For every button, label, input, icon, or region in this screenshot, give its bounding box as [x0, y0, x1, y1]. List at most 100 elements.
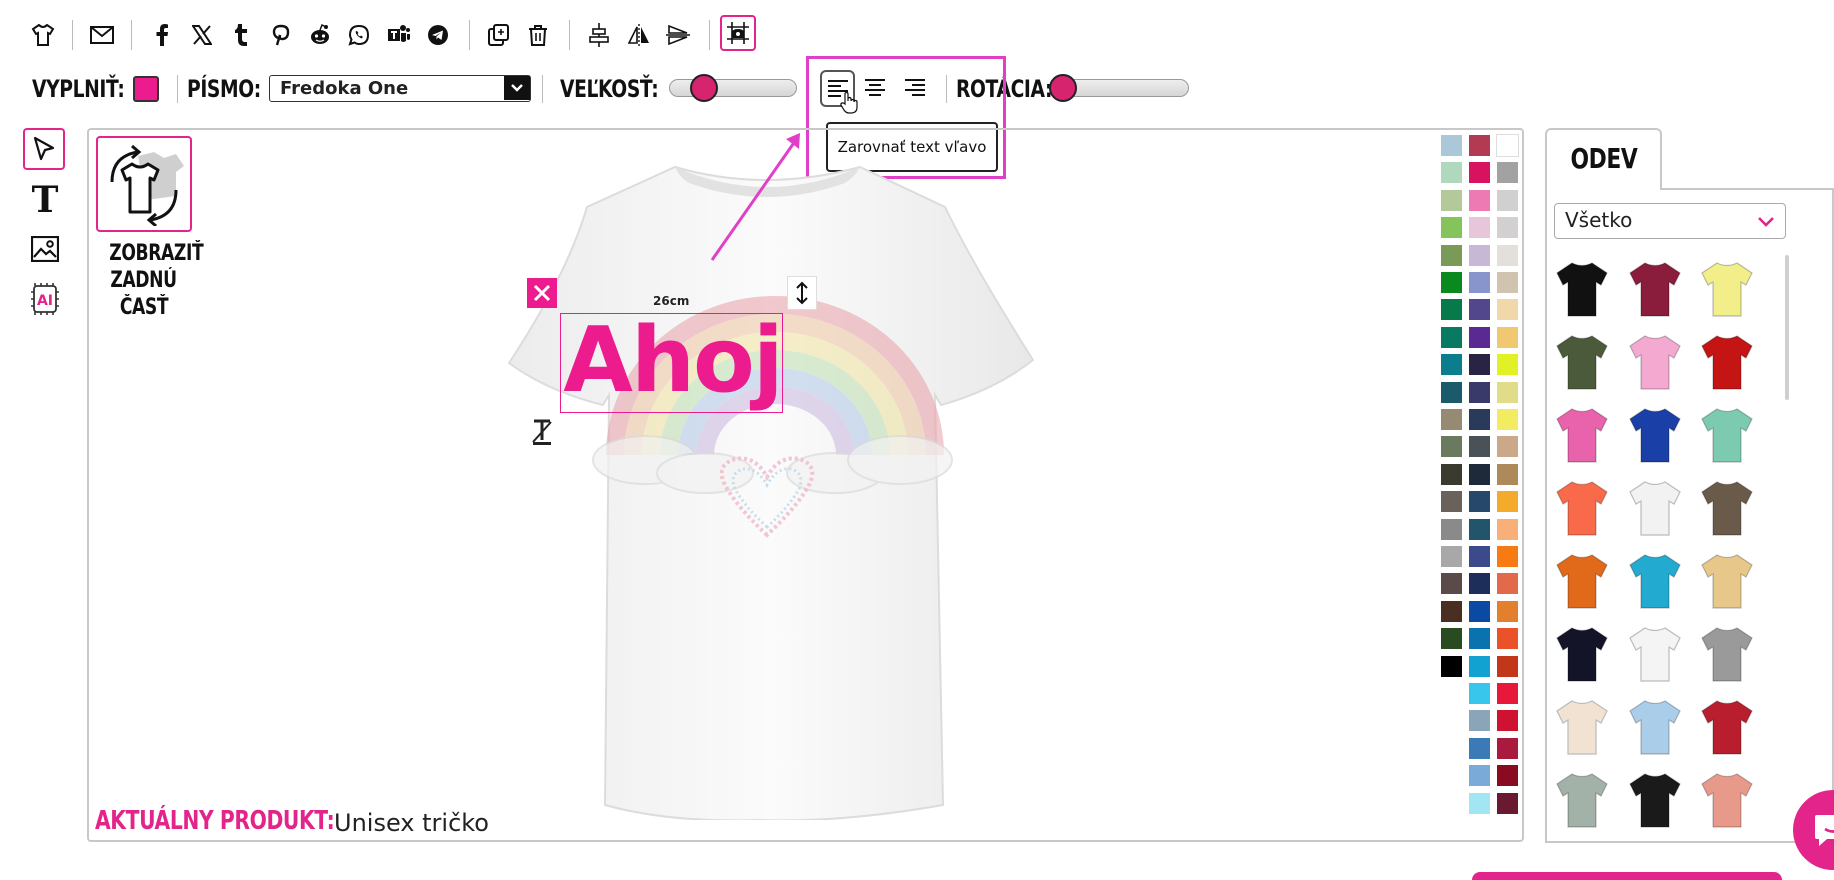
color-swatch[interactable]	[1469, 573, 1490, 595]
color-swatch[interactable]	[1469, 354, 1490, 376]
back-side-label[interactable]: ZOBRAZIŤ ZADNÚ ČASŤ	[96, 240, 203, 321]
color-swatch[interactable]	[1441, 491, 1462, 513]
x-twitter-icon[interactable]	[187, 20, 217, 50]
product-ombre-tshirt[interactable]	[1624, 696, 1686, 758]
color-swatch[interactable]	[1469, 299, 1490, 321]
color-swatch[interactable]	[1497, 792, 1518, 814]
size-slider-thumb[interactable]	[690, 74, 718, 102]
color-swatch[interactable]	[1441, 381, 1462, 403]
product-brown-tanktop[interactable]	[1696, 477, 1758, 539]
mail-icon[interactable]	[87, 20, 117, 50]
facebook-icon[interactable]	[147, 20, 177, 50]
align-center-vertical-icon[interactable]	[584, 20, 614, 50]
grid-icon[interactable]	[720, 15, 756, 51]
color-swatch[interactable]	[1469, 244, 1490, 266]
color-swatch[interactable]	[1469, 381, 1490, 403]
text-object-selection[interactable]: Ahoj	[560, 308, 784, 413]
duplicate-icon[interactable]	[484, 20, 514, 50]
color-swatch[interactable]	[1469, 326, 1490, 348]
product-royal-blue-tshirt[interactable]	[1624, 404, 1686, 466]
color-swatch[interactable]	[1497, 710, 1518, 732]
color-swatch[interactable]	[1469, 710, 1490, 732]
product-maroon-tshirt[interactable]	[1624, 258, 1686, 320]
product-varsity-jacket[interactable]	[1696, 696, 1758, 758]
color-swatch[interactable]	[1441, 600, 1462, 622]
color-swatch[interactable]	[1469, 436, 1490, 458]
color-swatch[interactable]	[1497, 655, 1518, 677]
color-swatch[interactable]	[1441, 628, 1462, 650]
color-swatch[interactable]	[1469, 655, 1490, 677]
color-swatch[interactable]	[1469, 546, 1490, 567]
category-filter[interactable]: Všetko	[1554, 203, 1786, 239]
color-swatch[interactable]	[1469, 409, 1490, 430]
color-swatch[interactable]	[1497, 326, 1518, 348]
color-swatch[interactable]	[1441, 436, 1462, 458]
product-grey-hoodie[interactable]	[1696, 623, 1758, 685]
text-icon[interactable]: T	[28, 180, 62, 220]
color-swatch[interactable]	[1441, 655, 1462, 677]
color-swatch[interactable]	[1441, 518, 1462, 540]
product-coral-tshirt[interactable]	[1551, 477, 1613, 539]
product-pink-tshirt[interactable]	[1624, 331, 1686, 393]
telegram-icon[interactable]	[423, 20, 453, 50]
color-swatch[interactable]	[1441, 217, 1462, 239]
color-swatch[interactable]	[1441, 354, 1462, 376]
whatsapp-icon[interactable]	[344, 20, 374, 50]
color-swatch[interactable]	[1497, 162, 1518, 184]
color-swatch[interactable]	[1469, 217, 1490, 239]
color-swatch[interactable]	[1469, 600, 1490, 622]
product-raglan-tshirt[interactable]	[1624, 623, 1686, 685]
color-swatch[interactable]	[1497, 518, 1518, 540]
product-cyan-hoodie[interactable]	[1624, 550, 1686, 612]
ai-icon[interactable]: AI	[29, 282, 61, 320]
color-swatch[interactable]	[1469, 628, 1490, 650]
color-swatch[interactable]	[1441, 162, 1462, 184]
pinterest-icon[interactable]	[266, 20, 296, 50]
color-swatch[interactable]	[1441, 299, 1462, 321]
color-swatch[interactable]	[1497, 737, 1518, 759]
color-swatch[interactable]	[1497, 354, 1518, 376]
fill-color-swatch[interactable]	[133, 76, 159, 102]
product-hotpink-tshirt[interactable]	[1551, 404, 1613, 466]
color-swatch[interactable]	[1497, 628, 1518, 650]
color-swatch[interactable]	[1497, 189, 1518, 211]
product-olive-tshirt[interactable]	[1551, 331, 1613, 393]
color-swatch[interactable]	[1469, 683, 1490, 704]
color-swatch[interactable]	[1497, 299, 1518, 321]
product-tiedye-tshirt[interactable]	[1696, 550, 1758, 612]
rotation-slider-thumb[interactable]	[1049, 74, 1077, 102]
color-swatch[interactable]	[1497, 463, 1518, 485]
color-swatch[interactable]	[1441, 326, 1462, 348]
resize-vertical-icon[interactable]	[787, 276, 817, 310]
product-red-tshirt[interactable]	[1696, 331, 1758, 393]
close-icon[interactable]	[527, 278, 557, 308]
font-select[interactable]: Fredoka One	[269, 75, 531, 102]
color-swatch[interactable]	[1469, 135, 1490, 156]
image-icon[interactable]	[30, 235, 60, 266]
color-swatch[interactable]	[1441, 573, 1462, 595]
flip-horizontal-icon[interactable]	[624, 20, 654, 50]
chevron-down-icon[interactable]	[504, 76, 530, 100]
color-swatch[interactable]	[1469, 491, 1490, 513]
color-swatch[interactable]	[1497, 765, 1518, 787]
color-swatch[interactable]	[1496, 134, 1519, 157]
size-slider[interactable]	[669, 79, 797, 97]
product-orange-hoodie[interactable]	[1551, 550, 1613, 612]
color-swatch[interactable]	[1469, 737, 1490, 759]
product-navy-tshirt[interactable]	[1551, 623, 1613, 685]
back-side-button[interactable]	[96, 136, 192, 232]
product-white-tanktop[interactable]	[1624, 477, 1686, 539]
color-swatch[interactable]	[1469, 189, 1490, 211]
color-swatch[interactable]	[1497, 491, 1518, 513]
product-yellow-tshirt[interactable]	[1696, 258, 1758, 320]
color-swatch[interactable]	[1497, 573, 1518, 595]
teams-icon[interactable]	[384, 20, 414, 50]
color-swatch[interactable]	[1441, 189, 1462, 211]
color-swatch[interactable]	[1441, 135, 1462, 156]
color-swatch[interactable]	[1469, 518, 1490, 540]
flip-vertical-icon[interactable]	[663, 20, 693, 50]
color-swatch[interactable]	[1497, 272, 1518, 293]
color-swatch[interactable]	[1497, 600, 1518, 622]
color-swatch[interactable]	[1497, 436, 1518, 458]
color-swatch[interactable]	[1469, 272, 1490, 293]
